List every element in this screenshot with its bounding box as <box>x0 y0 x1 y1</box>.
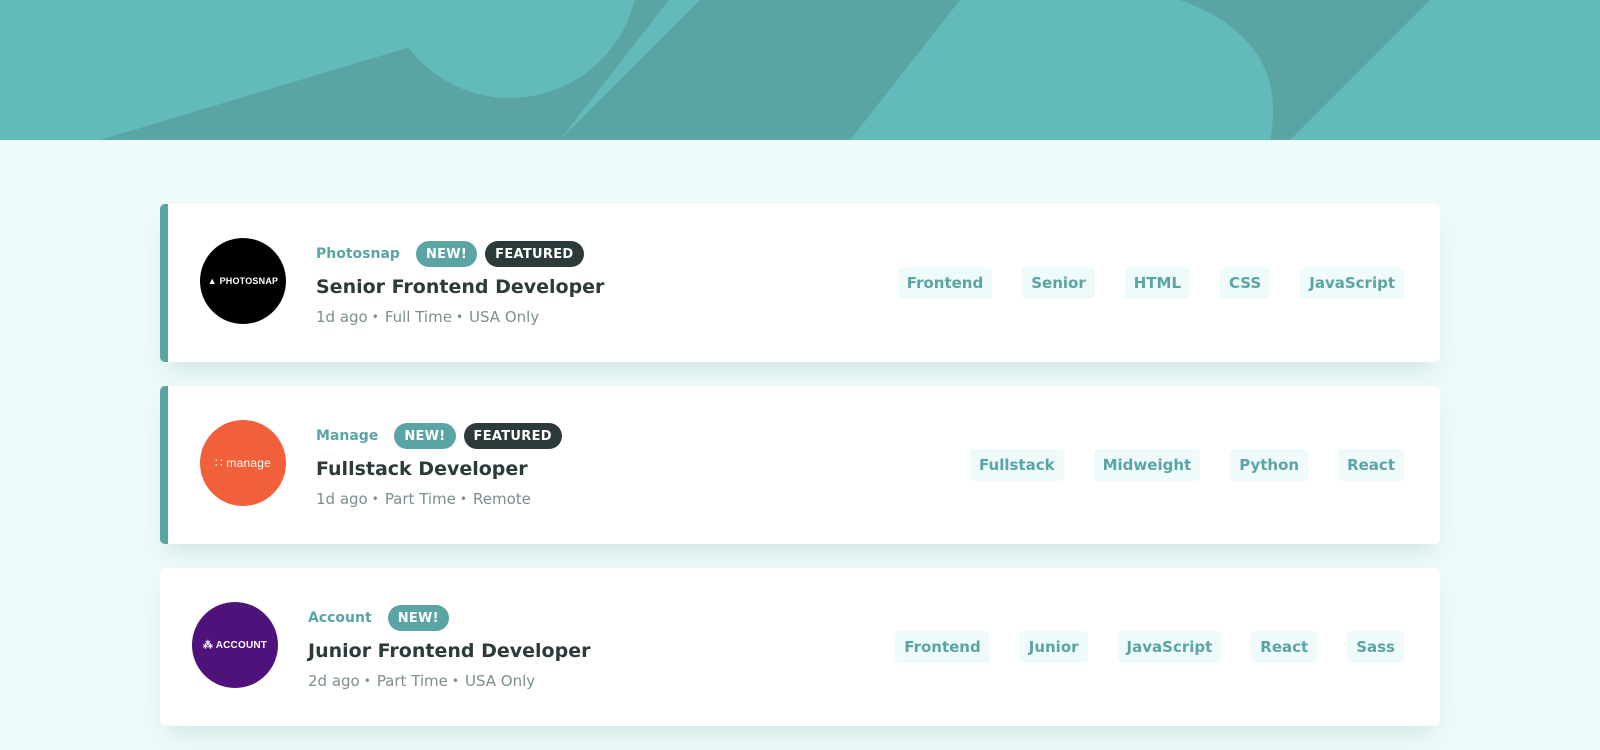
job-title[interactable]: Senior Frontend Developer <box>316 274 604 300</box>
company-name: Manage <box>316 428 379 444</box>
company-logo: ⁂ ACCOUNT <box>192 602 278 688</box>
job-header: Account NEW! <box>308 604 590 632</box>
job-list: ▲ PHOTOSNAP Photosnap NEW! FEATURED Seni… <box>160 204 1440 750</box>
filter-tag[interactable]: Fullstack <box>970 449 1064 481</box>
filter-tag[interactable]: React <box>1251 631 1318 663</box>
job-tags: Frontend Senior HTML CSS JavaScript <box>868 204 1404 362</box>
separator-dot: • <box>459 492 467 506</box>
job-info: Photosnap NEW! FEATURED Senior Frontend … <box>316 240 604 326</box>
job-card[interactable]: ▲ PHOTOSNAP Photosnap NEW! FEATURED Seni… <box>160 204 1440 362</box>
filter-tag[interactable]: Frontend <box>897 267 993 299</box>
filter-tag[interactable]: JavaScript <box>1300 267 1404 299</box>
job-card[interactable]: ⁂ ACCOUNT Account NEW! Junior Frontend D… <box>160 568 1440 726</box>
contract-type: Full Time <box>384 308 452 326</box>
separator-dot: • <box>363 674 371 688</box>
posted-at: 1d ago <box>316 490 368 508</box>
header-pattern <box>0 0 1600 140</box>
new-badge: NEW! <box>415 241 478 267</box>
new-badge: NEW! <box>394 423 456 449</box>
filter-tag[interactable]: Senior <box>1022 267 1095 299</box>
job-info: Manage NEW! FEATURED Fullstack Developer… <box>316 422 570 508</box>
job-meta: 2d ago • Part Time • USA Only <box>308 672 590 690</box>
filter-tag[interactable]: HTML <box>1124 267 1191 299</box>
job-header: Manage NEW! FEATURED <box>316 422 570 450</box>
job-card[interactable]: ∷ manage Manage NEW! FEATURED Fullstack … <box>160 386 1440 544</box>
job-meta: 1d ago • Part Time • Remote <box>316 490 570 508</box>
separator-dot: • <box>371 492 379 506</box>
job-title[interactable]: Fullstack Developer <box>316 456 570 482</box>
new-badge: NEW! <box>387 605 449 631</box>
featured-badge: FEATURED <box>485 241 584 267</box>
company-logo: ∷ manage <box>200 420 286 506</box>
separator-dot: • <box>371 310 379 324</box>
job-meta: 1d ago • Full Time • USA Only <box>316 308 604 326</box>
filter-tag[interactable]: React <box>1338 449 1404 481</box>
filter-tag[interactable]: Sass <box>1347 631 1404 663</box>
header-banner <box>0 0 1600 140</box>
company-name: Photosnap <box>316 246 400 262</box>
company-name: Account <box>308 610 372 626</box>
posted-at: 1d ago <box>316 308 368 326</box>
job-header: Photosnap NEW! FEATURED <box>316 240 604 268</box>
contract-type: Part Time <box>376 672 448 690</box>
job-info: Account NEW! Junior Frontend Developer 2… <box>308 604 590 690</box>
posted-at: 2d ago <box>308 672 360 690</box>
filter-tag[interactable]: Junior <box>1019 631 1088 663</box>
company-logo: ▲ PHOTOSNAP <box>200 238 286 324</box>
separator-dot: • <box>455 310 464 324</box>
filter-tag[interactable]: JavaScript <box>1117 631 1222 663</box>
filter-tag[interactable]: Midweight <box>1093 449 1201 481</box>
filter-tag[interactable]: Frontend <box>895 631 990 663</box>
contract-type: Part Time <box>384 490 456 508</box>
job-tags: Frontend Junior JavaScript React Sass <box>865 568 1404 726</box>
job-tags: Fullstack Midweight Python React <box>940 386 1404 544</box>
featured-badge: FEATURED <box>463 423 562 449</box>
job-location: USA Only <box>464 672 536 690</box>
separator-dot: • <box>451 674 459 688</box>
job-location: Remote <box>472 490 531 508</box>
job-location: USA Only <box>469 308 540 326</box>
filter-tag[interactable]: CSS <box>1220 267 1271 299</box>
filter-tag[interactable]: Python <box>1230 449 1309 481</box>
job-title[interactable]: Junior Frontend Developer <box>308 638 590 664</box>
